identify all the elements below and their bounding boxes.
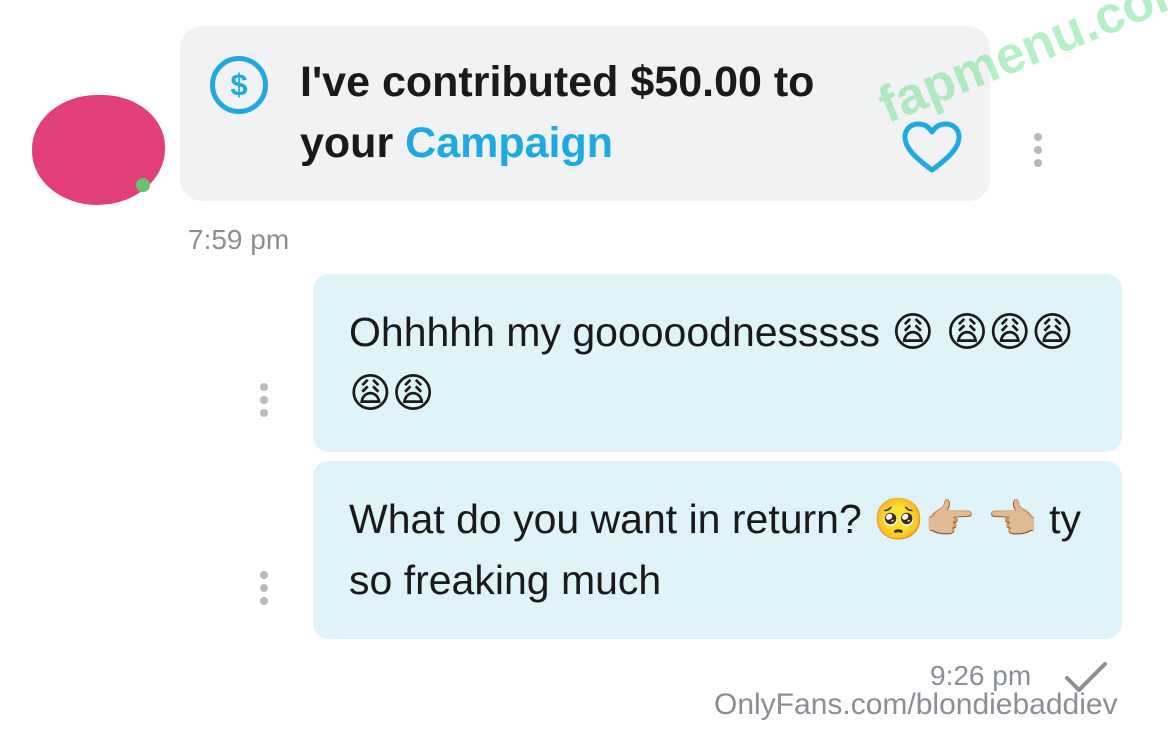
message-1-text: Ohhhhh my gooooodnesssss 😩 😩😩😩😩😩 xyxy=(349,309,1074,416)
tip-text-line-2: your Campaign xyxy=(300,113,940,174)
sent-message-bubble-2: What do you want in return? 🥺👉🏼 👈🏼 ty so… xyxy=(313,461,1122,639)
campaign-link[interactable]: Campaign xyxy=(405,119,613,167)
message-2-text: What do you want in return? 🥺👉🏼 👈🏼 ty so… xyxy=(349,496,1081,603)
tip-message-bubble: $ I've contributed $50.00 to your Campai… xyxy=(180,26,990,201)
tip-text-your: your xyxy=(300,119,394,167)
tip-text-line-1: I've contributed $50.00 to xyxy=(300,58,815,106)
tip-more-options-icon[interactable] xyxy=(1033,133,1043,167)
message-1-more-options-icon[interactable] xyxy=(259,383,269,417)
tip-timestamp: 7:59 pm xyxy=(188,224,290,255)
tip-message-text: I've contributed $50.00 to your Campaign xyxy=(300,52,940,174)
sent-message-bubble-1: Ohhhhh my gooooodnesssss 😩 😩😩😩😩😩 xyxy=(313,274,1122,452)
source-watermark: OnlyFans.com/blondiebaddiev xyxy=(714,688,1118,721)
online-status-dot xyxy=(136,178,150,192)
overlay-watermark: fapmenu.com xyxy=(870,0,1170,135)
dollar-icon: $ xyxy=(210,56,268,114)
message-2-more-options-icon[interactable] xyxy=(259,571,269,605)
